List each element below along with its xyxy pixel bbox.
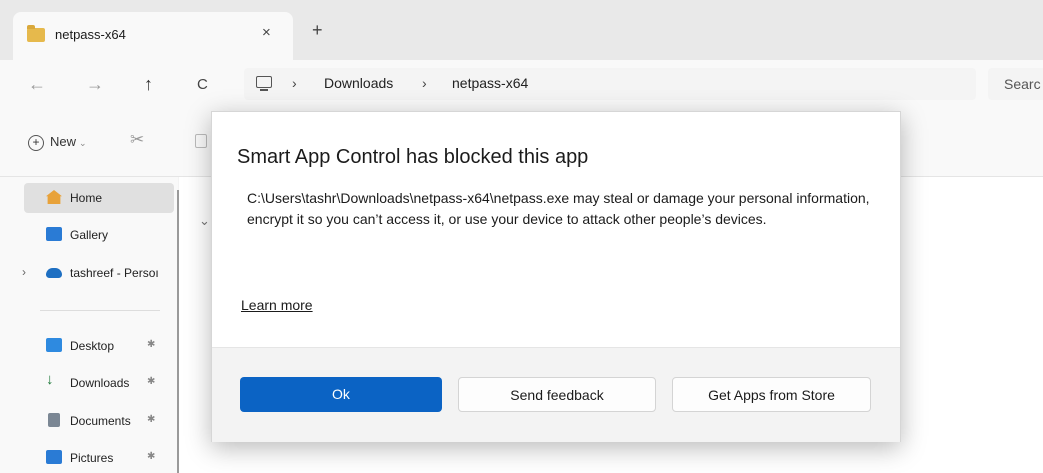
breadcrumb-downloads[interactable]: Downloads	[324, 75, 393, 91]
dialog-footer: Ok Send feedback Get Apps from Store	[212, 347, 900, 442]
chevron-down-icon: ⌄	[79, 138, 87, 148]
sidebar-item-label: Downloads	[70, 376, 130, 390]
get-apps-from-store-button[interactable]: Get Apps from Store	[672, 377, 871, 412]
smart-app-control-dialog: Smart App Control has blocked this app C…	[211, 111, 901, 442]
pin-icon[interactable]: ✱	[147, 451, 155, 462]
sidebar-item-onedrive[interactable]: › tashreef - Persoı	[20, 258, 170, 288]
gallery-icon	[46, 227, 62, 241]
copy-icon[interactable]	[195, 134, 207, 148]
new-tab-button[interactable]: +	[312, 20, 323, 41]
navigation-pane: Home Gallery › tashreef - Persoı Desktop…	[0, 177, 178, 473]
sidebar-item-label: Documents	[70, 414, 131, 428]
cut-icon[interactable]: ✂	[130, 130, 144, 150]
breadcrumb-separator: ›	[292, 75, 297, 91]
file-explorer-window: netpass-x64 × + ← → ↑ C › Downloads › ne…	[0, 0, 1043, 473]
chevron-right-icon[interactable]: ›	[22, 265, 26, 279]
chevron-down-icon[interactable]: ⌄	[199, 213, 210, 229]
learn-more-link[interactable]: Learn more	[241, 297, 313, 313]
refresh-button[interactable]: C	[197, 76, 208, 93]
sidebar-item-label: tashreef - Persoı	[70, 266, 159, 280]
tab-strip: netpass-x64 × +	[0, 0, 1043, 60]
computer-icon	[256, 76, 272, 91]
sidebar-item-desktop[interactable]: Desktop ✱	[20, 331, 170, 361]
home-icon	[46, 190, 62, 204]
forward-button[interactable]: →	[86, 74, 104, 95]
up-button[interactable]: ↑	[144, 74, 153, 95]
sidebar-item-label: Desktop	[70, 339, 115, 353]
new-label: New	[50, 134, 77, 149]
send-feedback-button[interactable]: Send feedback	[458, 377, 656, 412]
download-icon: ↓	[46, 371, 54, 388]
documents-icon	[48, 413, 60, 427]
sidebar-item-pictures[interactable]: Pictures ✱	[20, 443, 170, 473]
tab-title: netpass-x64	[55, 27, 126, 42]
pin-icon[interactable]: ✱	[147, 414, 155, 425]
sidebar-item-label: Gallery	[70, 228, 109, 242]
back-button[interactable]: ←	[28, 74, 46, 95]
breadcrumb-netpass-x64[interactable]: netpass-x64	[452, 75, 528, 91]
address-bar[interactable]: › Downloads › netpass-x64	[244, 68, 976, 100]
new-button[interactable]: + New ⌄	[28, 134, 87, 151]
navigation-bar: ← → ↑ C › Downloads › netpass-x64 Searc	[0, 60, 1043, 110]
sidebar-item-home[interactable]: Home	[24, 183, 174, 213]
desktop-icon	[46, 338, 62, 352]
sidebar-item-gallery[interactable]: Gallery	[20, 220, 170, 250]
sidebar-divider	[40, 310, 160, 311]
pin-icon[interactable]: ✱	[147, 376, 155, 387]
sidebar-item-label: Pictures	[70, 451, 114, 465]
sidebar-item-downloads[interactable]: ↓ Downloads ✱	[20, 368, 170, 398]
ok-button[interactable]: Ok	[240, 377, 442, 412]
dialog-title: Smart App Control has blocked this app	[237, 146, 589, 168]
close-tab-icon[interactable]: ×	[262, 24, 271, 41]
sidebar-item-label: Home	[70, 191, 103, 205]
plus-icon: +	[28, 135, 44, 151]
breadcrumb-separator: ›	[422, 75, 427, 91]
sidebar-item-documents[interactable]: Documents ✱	[20, 406, 170, 436]
pin-icon[interactable]: ✱	[147, 339, 155, 350]
dialog-message: C:\Users\tashr\Downloads\netpass-x64\net…	[247, 190, 870, 227]
tab-netpass-x64[interactable]: netpass-x64 ×	[13, 12, 293, 60]
cloud-icon	[46, 268, 62, 278]
pictures-icon	[46, 450, 62, 464]
search-box[interactable]: Searc	[988, 68, 1043, 100]
search-placeholder: Searc	[1004, 76, 1041, 92]
folder-icon	[27, 25, 45, 42]
